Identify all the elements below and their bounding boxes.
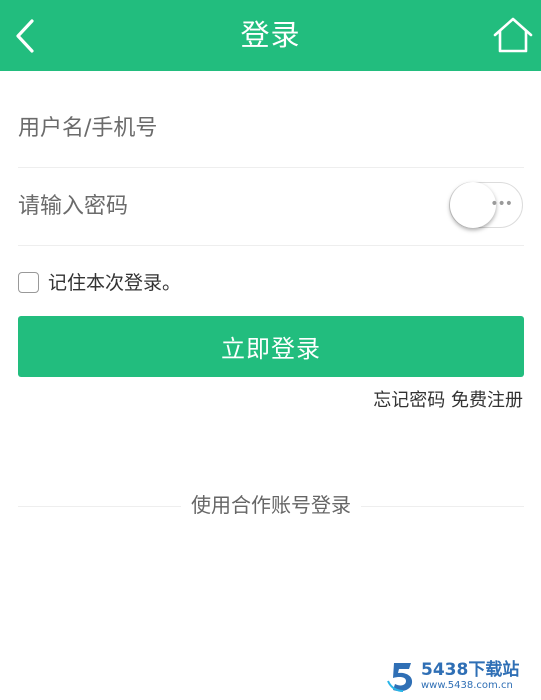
home-icon	[493, 17, 533, 53]
five-logo-icon	[387, 663, 413, 692]
home-button[interactable]	[493, 16, 533, 54]
login-button[interactable]: 立即登录	[18, 316, 524, 377]
account-links: 忘记密码 免费注册	[373, 389, 523, 413]
watermark-url: www.5438.com.cn	[421, 680, 513, 691]
remember-label: 记住本次登录。	[48, 272, 182, 294]
password-visibility-toggle[interactable]: •••	[449, 182, 523, 228]
third-party-login: 使用合作账号登录	[18, 491, 524, 521]
username-input[interactable]	[18, 90, 418, 167]
watermark-text: 5438下载站	[421, 660, 520, 680]
top-bar: 登录	[0, 0, 541, 71]
password-row: •••	[18, 168, 524, 246]
password-input[interactable]	[18, 168, 418, 245]
register-link[interactable]: 免费注册	[451, 390, 523, 411]
page-title: 登录	[240, 18, 301, 52]
toggle-knob	[450, 182, 496, 228]
username-row	[18, 90, 524, 168]
forgot-password-link[interactable]: 忘记密码	[373, 390, 445, 411]
watermark-logo: 5438下载站 www.5438.com.cn	[385, 659, 525, 695]
remember-checkbox[interactable]	[18, 272, 39, 293]
third-party-label: 使用合作账号登录	[181, 491, 361, 519]
more-dots-icon: •••	[490, 196, 513, 212]
